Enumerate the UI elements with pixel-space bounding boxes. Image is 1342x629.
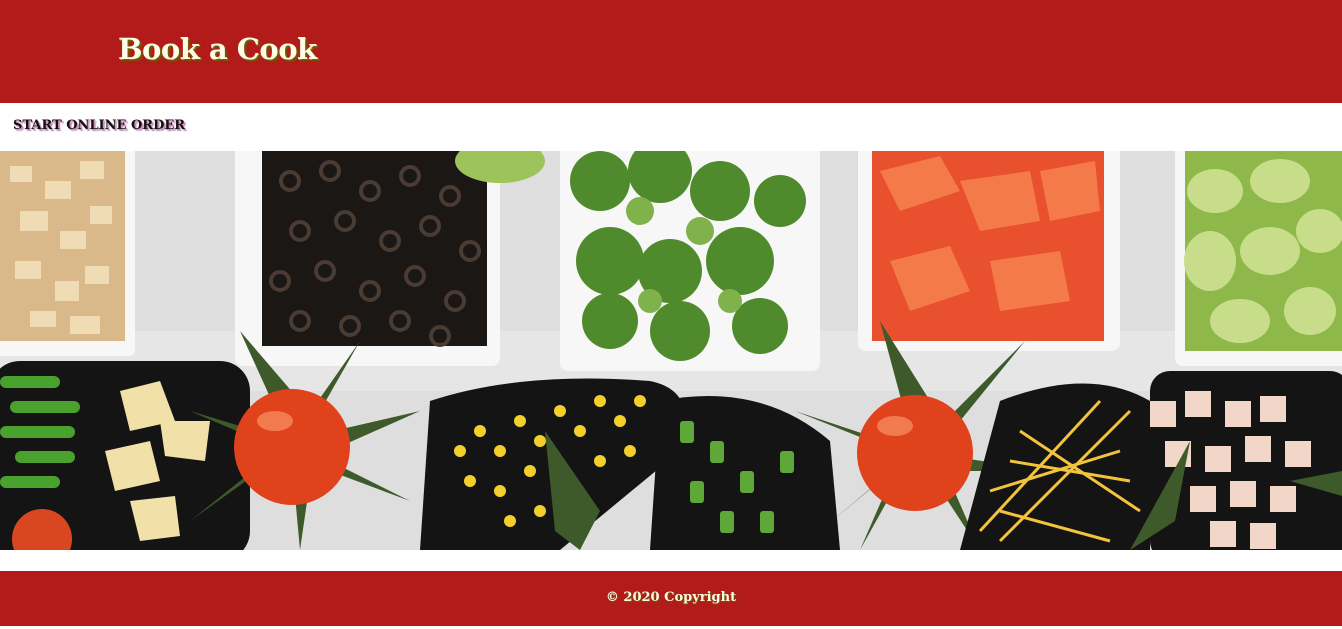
brand-logo-text[interactable]: Book a Cook xyxy=(118,32,317,66)
site-header: Book a Cook xyxy=(0,0,1342,103)
copyright-text: © 2020 Copyright xyxy=(605,590,737,605)
food-bowls-illustration xyxy=(0,151,1342,550)
hero-food-image xyxy=(0,151,1342,550)
start-online-order-link[interactable]: START ONLINE ORDER xyxy=(13,118,185,133)
site-footer: © 2020 Copyright xyxy=(0,571,1342,626)
